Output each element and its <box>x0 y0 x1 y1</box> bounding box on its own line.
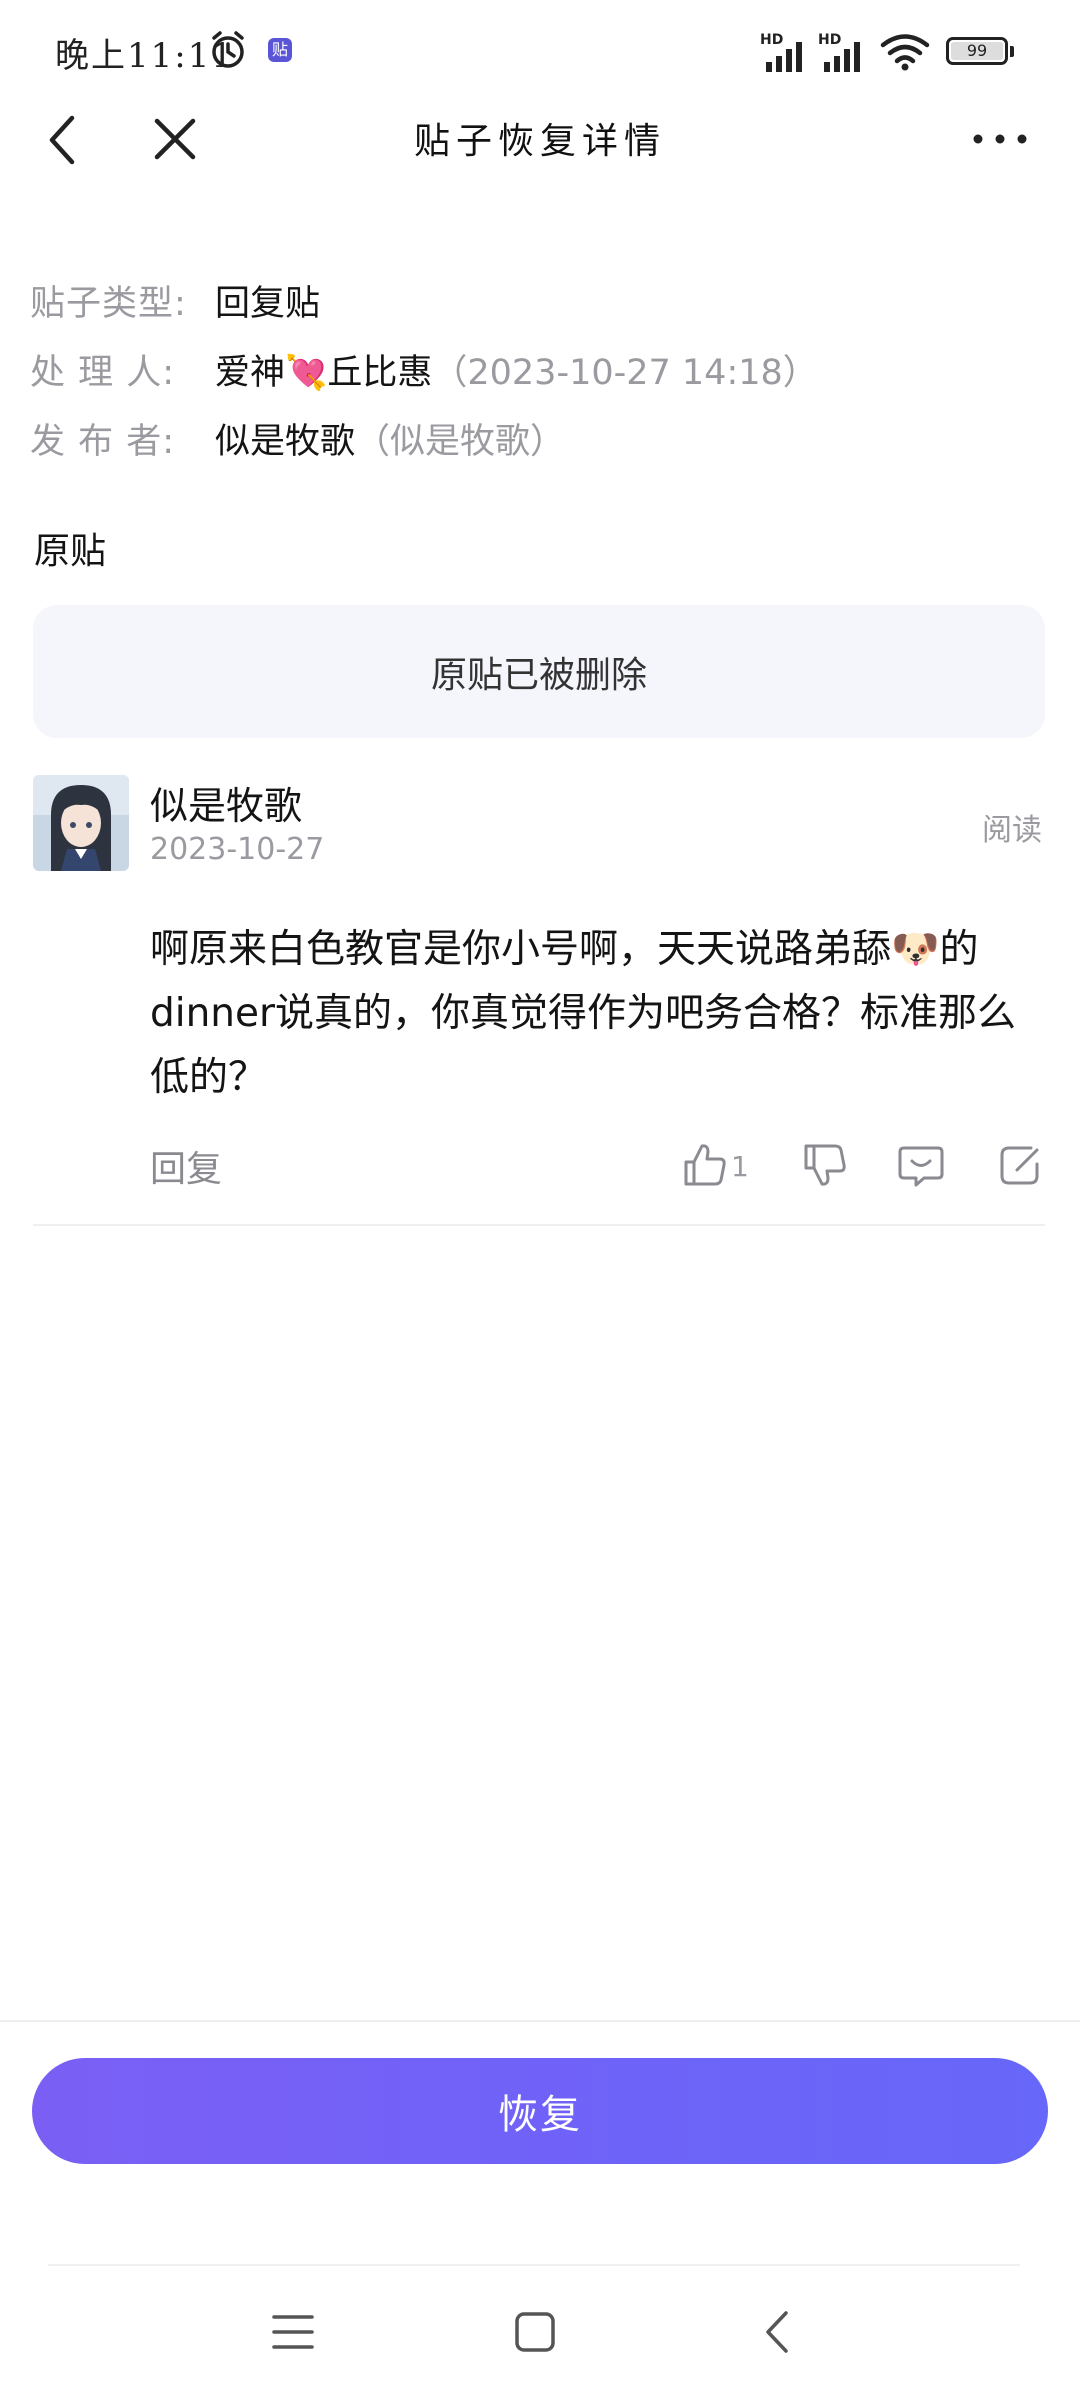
deleted-notice: 原贴已被删除 <box>33 605 1045 738</box>
publisher-name[interactable]: 似是牧歌 <box>215 422 355 462</box>
tieba-app-icon: 贴 <box>268 38 292 62</box>
read-link[interactable]: 阅读 <box>982 805 1042 849</box>
publisher-id: （似是牧歌） <box>355 422 566 462</box>
post-divider <box>33 1224 1045 1226</box>
post-type-row: 贴子类型: 回复贴 <box>30 280 320 328</box>
page-title: 贴子恢复详情 <box>413 121 666 162</box>
restore-button[interactable]: 恢复 <box>32 2058 1048 2164</box>
home-icon[interactable] <box>508 2305 562 2359</box>
menu-icon[interactable] <box>266 2305 320 2359</box>
wifi-icon <box>880 34 930 71</box>
thumbs-up-icon[interactable] <box>680 1140 730 1190</box>
post-date: 2023-10-27 <box>150 832 325 867</box>
nav-divider <box>48 2264 1020 2266</box>
original-post-title: 原贴 <box>34 531 107 572</box>
battery-icon: 99 <box>946 37 1014 65</box>
alarm-icon <box>212 31 244 68</box>
handler-name-prefix: 爱神 <box>215 353 286 393</box>
publisher-row: 发 布 者: 似是牧歌（似是牧歌） <box>30 418 565 466</box>
restore-button-label: 恢复 <box>498 2092 582 2138</box>
post-type-label: 贴子类型: <box>30 284 187 324</box>
like-count: 1 <box>731 1150 749 1183</box>
post-content: 啊原来白色教官是你小号啊，天天说路弟舔🐶的dinner说真的，你真觉得作为吧务合… <box>150 927 1017 1100</box>
nav-back-icon[interactable] <box>752 2305 806 2359</box>
share-icon[interactable] <box>995 1140 1045 1190</box>
heart-arrow-emoji: 💘 <box>285 353 328 393</box>
comment-icon[interactable] <box>896 1140 946 1190</box>
publisher-label: 发 布 者: <box>30 422 176 462</box>
reply-button[interactable]: 回复 <box>150 1140 222 1192</box>
more-icon[interactable] <box>970 124 1030 154</box>
handler-time: （2023-10-27 14:18） <box>432 353 818 393</box>
bottom-bar-border <box>0 2020 1080 2022</box>
handler-row: 处 理 人: 爱神💘丘比惠（2023-10-27 14:18） <box>30 349 818 397</box>
thumbs-down-icon[interactable] <box>800 1140 850 1190</box>
author-name[interactable]: 似是牧歌 <box>150 775 302 830</box>
handler-label: 处 理 人: <box>30 353 176 393</box>
handler-name-suffix: 丘比惠 <box>327 353 433 393</box>
post-type-value: 回复贴 <box>215 284 321 324</box>
deleted-text: 原贴已被删除 <box>430 654 647 696</box>
avatar[interactable] <box>33 775 129 871</box>
